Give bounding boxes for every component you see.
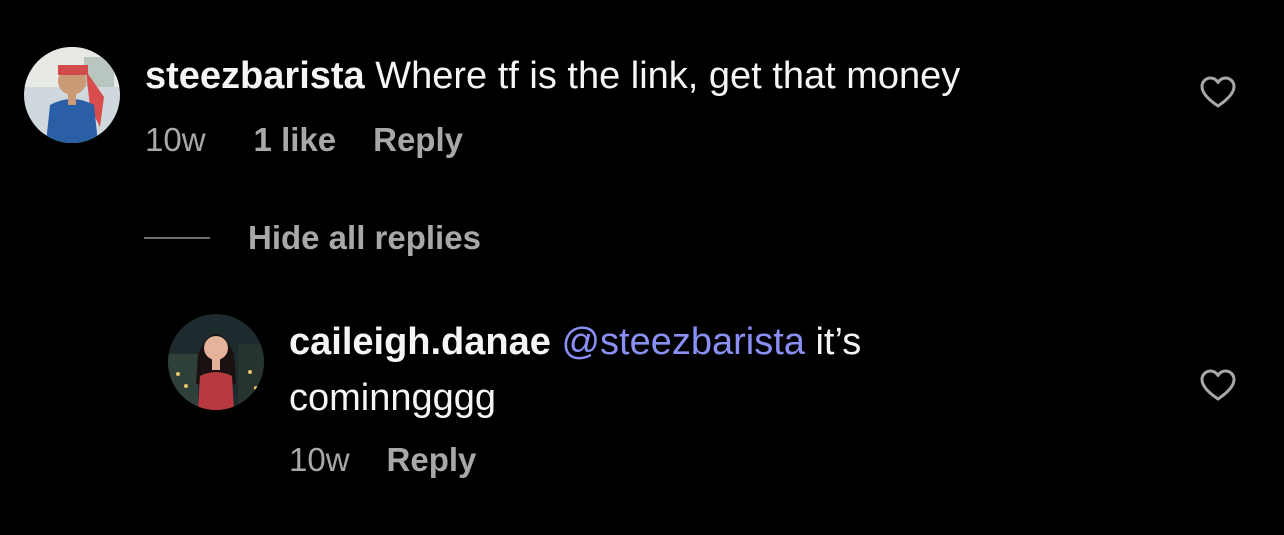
heart-icon[interactable]: [1199, 368, 1237, 402]
reply-body-part2: cominngggg: [289, 377, 497, 419]
reply-username[interactable]: caileigh.danae: [289, 321, 551, 363]
reply-body-part1: it’s: [815, 321, 862, 363]
hide-all-replies-button[interactable]: Hide all replies: [248, 219, 481, 257]
heart-icon[interactable]: [1199, 75, 1237, 109]
comment-timestamp: 10w: [145, 121, 206, 158]
reply-text-line1: caileigh.danae @steezbarista it’s: [289, 314, 861, 370]
comment-likes-count[interactable]: 1 like: [254, 121, 337, 159]
comment-username[interactable]: steezbarista: [145, 55, 365, 97]
avatar-steezbarista: [24, 47, 120, 143]
reply-timestamp: 10w: [289, 441, 350, 478]
comment-meta: 10w 1 like Reply: [145, 118, 463, 162]
reply-reply-button[interactable]: Reply: [387, 441, 477, 479]
avatar-caileigh-danae: [168, 314, 264, 410]
reply-avatar[interactable]: [168, 314, 264, 410]
comment-body: Where tf is the link, get that money: [375, 55, 961, 97]
comment-thread: steezbarista Where tf is the link, get t…: [0, 0, 1284, 535]
reply-meta: 10w Reply: [289, 438, 476, 482]
comment-text: steezbarista Where tf is the link, get t…: [145, 48, 960, 104]
avatar[interactable]: [24, 47, 120, 143]
comment-reply-button[interactable]: Reply: [373, 121, 463, 159]
reply-text-line2: cominngggg: [289, 370, 496, 426]
reply-mention-link[interactable]: @steezbarista: [561, 321, 804, 363]
hide-replies-row: Hide all replies: [144, 215, 481, 261]
thread-divider-line: [144, 237, 210, 239]
